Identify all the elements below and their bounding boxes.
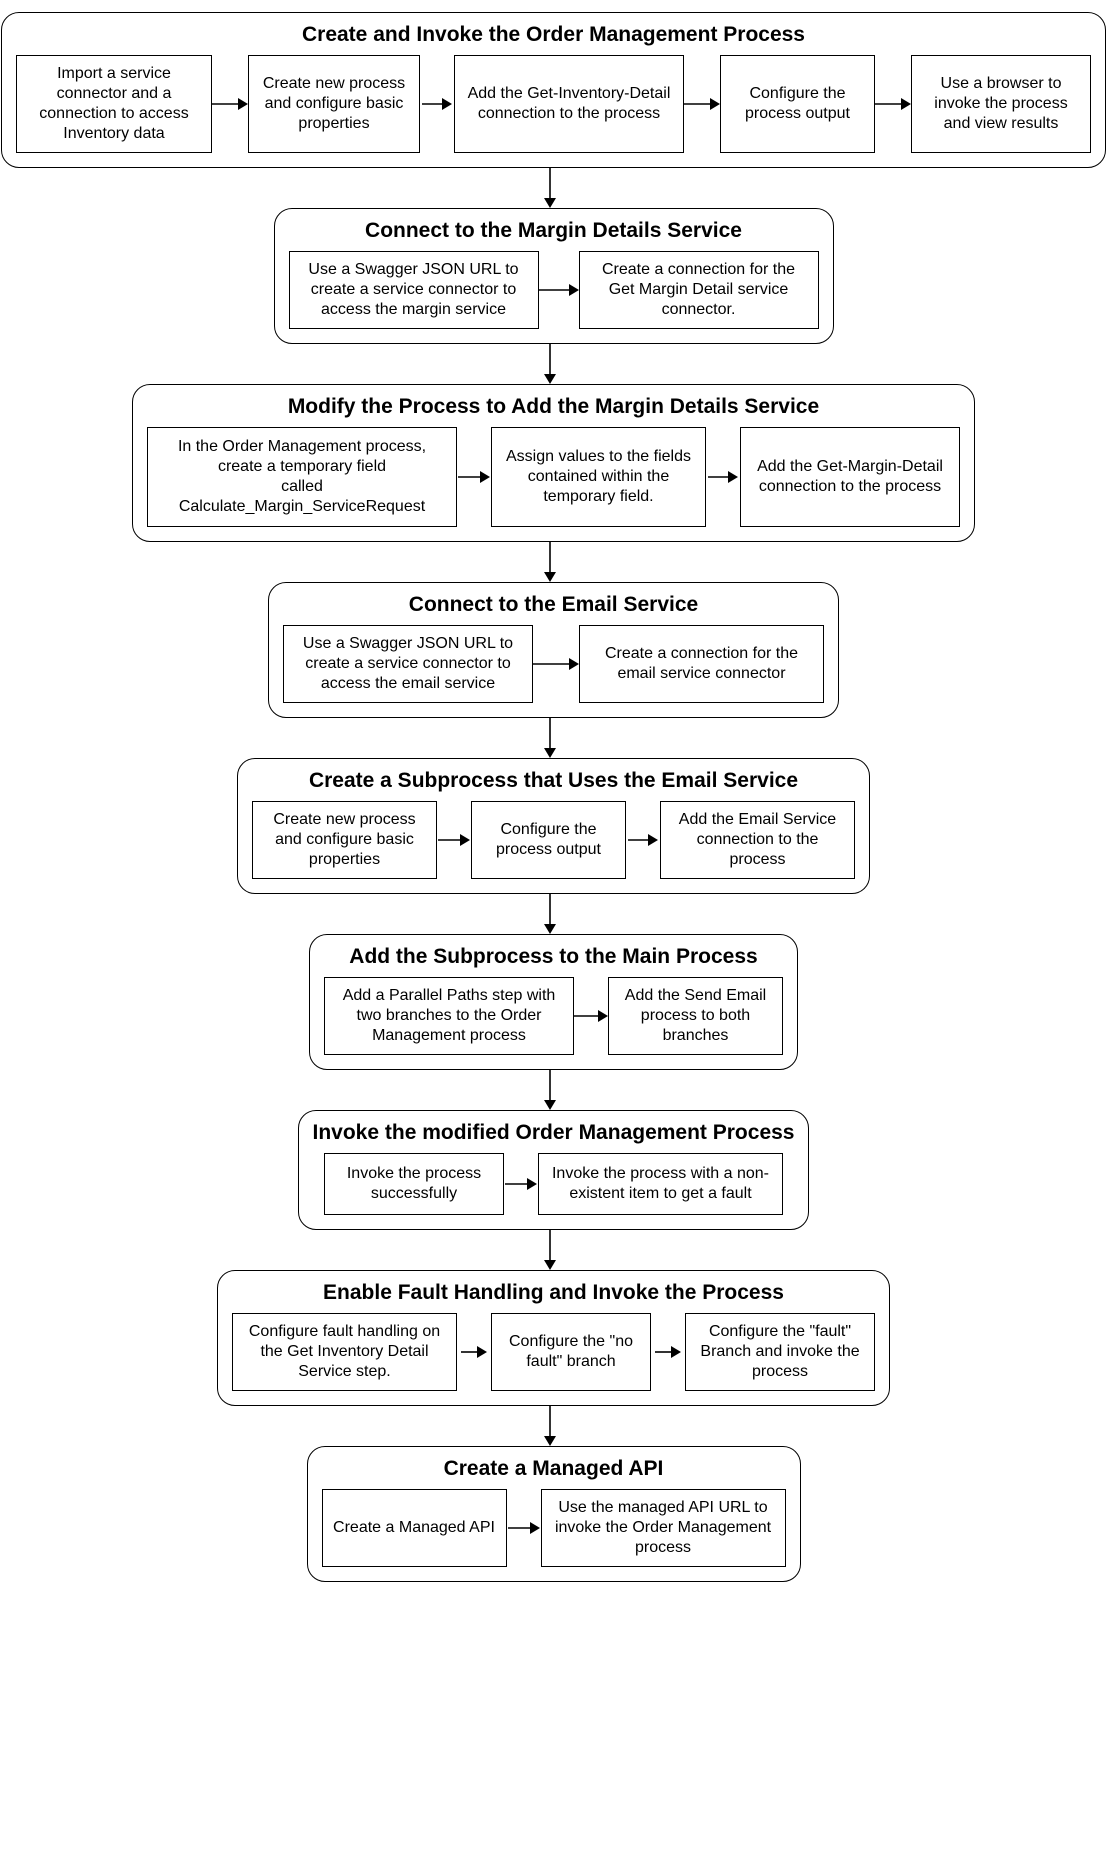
step-box: Use a Swagger JSON URL to create a servi… (289, 251, 539, 329)
step-box: Add the Get-Margin-Detail connection to … (740, 427, 960, 527)
arrow-down-icon (543, 718, 565, 758)
step-box: Create a Managed API (322, 1489, 507, 1567)
arrow-right-icon (457, 427, 491, 527)
stage-title: Create and Invoke the Order Management P… (302, 23, 805, 47)
step-box: Invoke the process with a non-existent i… (538, 1153, 783, 1215)
arrow-right-icon (651, 1313, 685, 1391)
step-box: Create a connection for the Get Margin D… (579, 251, 819, 329)
stage-title: Connect to the Margin Details Service (365, 219, 742, 243)
step-box: Configure the "no fault" branch (491, 1313, 651, 1391)
arrow-right-icon (706, 427, 740, 527)
arrow-down-icon (543, 168, 565, 208)
steps-row: Use a Swagger JSON URL to create a servi… (289, 251, 819, 329)
step-box: Invoke the process successfully (324, 1153, 504, 1215)
step-box: Configure the "fault" Branch and invoke … (685, 1313, 875, 1391)
arrow-down-icon (543, 894, 565, 934)
stage-title: Create a Subprocess that Uses the Email … (309, 769, 798, 793)
step-box: Create new process and configure basic p… (252, 801, 437, 879)
stage-5: Add the Subprocess to the Main Process Ad… (309, 934, 798, 1070)
arrow-right-icon (533, 625, 579, 703)
arrow-down-icon (543, 1406, 565, 1446)
steps-row: Add a Parallel Paths step with two branc… (324, 977, 783, 1055)
step-box: Configure the process output (471, 801, 626, 879)
step-box: Configure the process output (720, 55, 875, 153)
stage-6: Invoke the modified Order Management Pro… (298, 1110, 810, 1230)
step-box: Add a Parallel Paths step with two branc… (324, 977, 574, 1055)
step-box: Assign values to the fields contained wi… (491, 427, 706, 527)
stage-title: Enable Fault Handling and Invoke the Pro… (323, 1281, 784, 1305)
stage-1: Connect to the Margin Details Service Use… (274, 208, 834, 344)
step-box: Create new process and configure basic p… (248, 55, 420, 153)
arrow-right-icon (539, 251, 579, 329)
stage-title: Invoke the modified Order Management Pro… (313, 1121, 795, 1145)
stage-4: Create a Subprocess that Uses the Email … (237, 758, 870, 894)
arrow-right-icon (626, 801, 660, 879)
step-box: In the Order Management process, create … (147, 427, 457, 527)
arrow-right-icon (504, 1153, 538, 1215)
stage-0: Create and Invoke the Order Management P… (1, 12, 1106, 168)
step-box: Use a Swagger JSON URL to create a servi… (283, 625, 533, 703)
step-box: Import a service connector and a connect… (16, 55, 212, 153)
stage-8: Create a Managed APICreate a Managed API… (307, 1446, 801, 1582)
stage-title: Create a Managed API (444, 1457, 664, 1481)
steps-row: Invoke the process successfully Invoke th… (324, 1153, 783, 1215)
stage-3: Connect to the Email Service Use a Swagge… (268, 582, 839, 718)
steps-row: Create a Managed API Use the managed API … (322, 1489, 786, 1567)
arrow-down-icon (543, 1070, 565, 1110)
arrow-down-icon (543, 1230, 565, 1270)
arrow-right-icon (420, 55, 454, 153)
arrow-right-icon (684, 55, 720, 153)
step-box: Use a browser to invoke the process and … (911, 55, 1091, 153)
stage-7: Enable Fault Handling and Invoke the Pro… (217, 1270, 890, 1406)
stage-title: Connect to the Email Service (409, 593, 698, 617)
steps-row: Create new process and configure basic p… (252, 801, 855, 879)
step-box: Add the Send Email process to both branc… (608, 977, 783, 1055)
steps-row: Configure fault handling on the Get Inve… (232, 1313, 875, 1391)
arrow-down-icon (543, 542, 565, 582)
arrow-down-icon (543, 344, 565, 384)
stage-title: Modify the Process to Add the Margin Det… (288, 395, 819, 419)
steps-row: In the Order Management process, create … (147, 427, 960, 527)
stage-2: Modify the Process to Add the Margin Det… (132, 384, 975, 542)
arrow-right-icon (574, 977, 608, 1055)
step-box: Create a connection for the email servic… (579, 625, 824, 703)
step-box: Configure fault handling on the Get Inve… (232, 1313, 457, 1391)
arrow-right-icon (437, 801, 471, 879)
arrow-right-icon (875, 55, 911, 153)
arrow-right-icon (457, 1313, 491, 1391)
step-box: Use the managed API URL to invoke the Or… (541, 1489, 786, 1567)
step-box: Add the Get-Inventory-Detail connection … (454, 55, 684, 153)
steps-row: Import a service connector and a connect… (16, 55, 1091, 153)
step-box: Add the Email Service connection to the … (660, 801, 855, 879)
steps-row: Use a Swagger JSON URL to create a servi… (283, 625, 824, 703)
arrow-right-icon (212, 55, 248, 153)
arrow-right-icon (507, 1489, 541, 1567)
stage-title: Add the Subprocess to the Main Process (349, 945, 757, 969)
